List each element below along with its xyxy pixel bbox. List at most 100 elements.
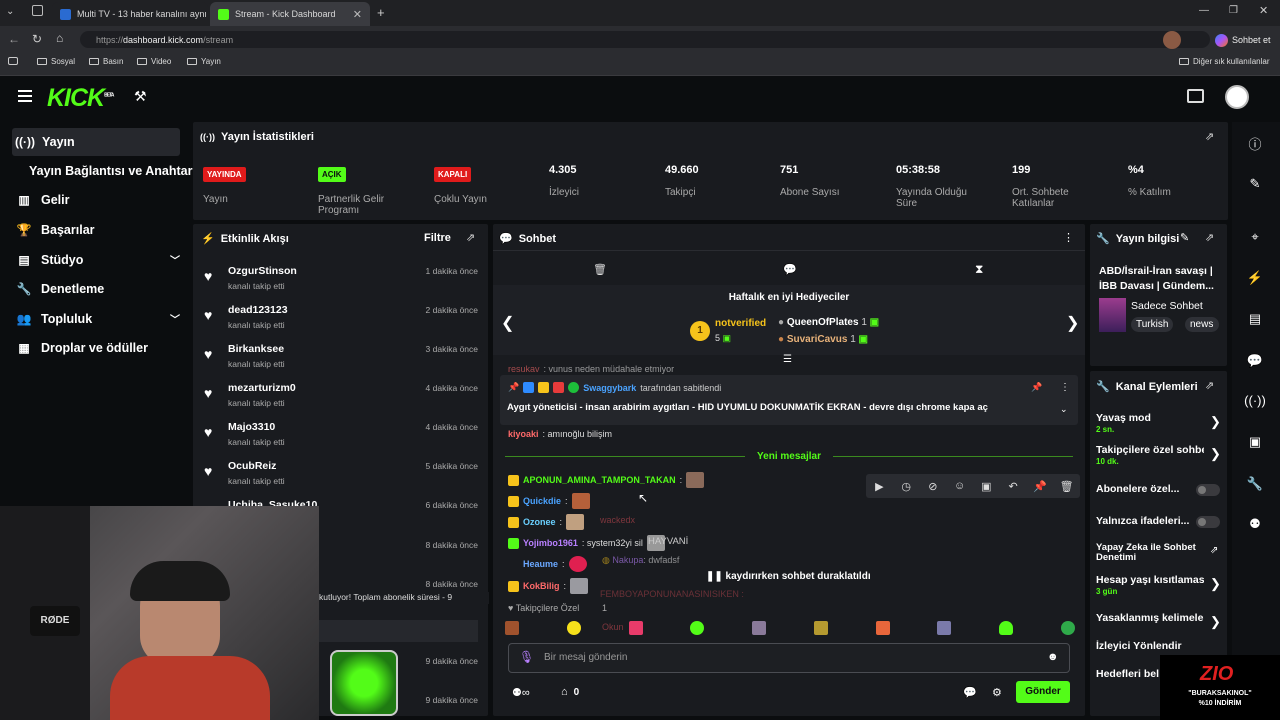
workspaces-icon[interactable] [32,5,43,16]
bookmark-sosyal[interactable]: Sosyal [37,57,75,66]
popout-icon[interactable]: ⇗ [1205,130,1214,143]
emote-icon[interactable] [937,621,952,635]
chat-message: Quickdie: [508,493,590,509]
chat-tab-icon[interactable]: 💬 [783,263,797,276]
community-icon[interactable]: ⚉ [1240,516,1270,532]
emote-icon[interactable] [566,621,581,635]
pinned-menu-icon[interactable]: ⋮ [1060,382,1070,393]
hammer-icon[interactable]: ⚒ [134,88,147,105]
back-icon[interactable]: ← [8,32,20,46]
emote-icon[interactable] [813,621,828,635]
store-button[interactable]: ⌂ 0 [561,686,579,698]
wrench-icon[interactable]: 🔧 [1240,476,1270,492]
channel-action-item[interactable]: Takipçilere özel sohbet 10 dk. ❯ [1096,444,1222,470]
community-points-icon[interactable]: ⚉∞ [512,686,530,699]
copilot-button[interactable]: Sohbet et [1215,31,1271,49]
unpin-icon[interactable]: 📌 [1031,382,1042,393]
send-button[interactable]: Gönder [1016,681,1070,703]
channel-action-item[interactable]: Yalnızca ifadeleri... [1096,515,1222,541]
tab-list-icon[interactable]: ⌄ [6,6,14,17]
other-bookmarks[interactable]: Diğer sık kullanılanlar [1179,57,1269,66]
toggle-switch[interactable] [1196,516,1220,528]
tab-multi-tv[interactable]: Multi TV - 13 haber kanalını aynı a ✕ [52,2,208,26]
nav-denetleme[interactable]: 🔧 Denetleme [17,282,105,296]
play-icon[interactable]: ▶ [868,475,890,497]
timeout-icon[interactable]: ◷ [895,475,917,497]
creator-tools-icon[interactable] [1187,89,1204,103]
next-arrow-icon[interactable]: ❯ [1066,313,1079,333]
nav-gelir[interactable]: ▥ Gelir [17,193,69,207]
profile-avatar[interactable] [1163,31,1181,49]
menu-icon[interactable] [18,90,32,102]
prev-arrow-icon[interactable]: ❮ [501,313,514,333]
emote-icon[interactable] [628,621,643,635]
user-avatar[interactable] [1225,85,1249,109]
channel-action-item[interactable]: Abonelere özel... [1096,483,1222,509]
edit-pencil-icon[interactable]: ✎ [1180,231,1189,244]
moderator-icon[interactable]: ▣ [1240,434,1270,450]
copy-icon[interactable]: ▣ [975,475,997,497]
chat-bubble-icon[interactable]: 💬 [963,686,977,699]
nav-yayin[interactable]: ((·)) Yayın [15,135,75,149]
nav-studyo[interactable]: ▤ Stüdyo ﹀ [17,252,180,268]
chevron-down-icon: ﹀ [170,315,180,326]
nav-basarilar[interactable]: 🏆 Başarılar [17,223,95,237]
emote-icon[interactable] [690,621,705,635]
reading-icon[interactable] [8,57,18,65]
document-icon[interactable]: ▤ [1240,311,1270,327]
channel-action-item[interactable]: Yavaş mod 2 sn. ❯ [1096,412,1222,438]
home-icon[interactable]: ⌂ [56,31,63,45]
close-tab-icon[interactable]: ✕ [353,8,362,21]
emote-icon[interactable] [875,621,890,635]
hourglass-icon[interactable]: ⧗ [975,262,983,277]
reply-icon[interactable]: ☺ [949,475,971,497]
edit-icon[interactable]: ✎ [1240,176,1270,192]
bookmark-basin[interactable]: Basın [89,57,123,66]
new-tab-icon[interactable]: + [377,5,385,20]
popout-icon[interactable]: ⇗ [1205,231,1214,244]
microphone-icon[interactable]: 🎙 [519,650,534,664]
refresh-icon[interactable]: ↻ [32,32,42,46]
emoji-icon[interactable]: ☻ [1047,651,1059,663]
chat-paused-notice[interactable]: ❚❚ kaydırırken sohbet duraklatıldı [706,571,871,582]
tab-kick-dashboard[interactable]: Stream - Kick Dashboard ✕ [210,2,370,26]
nav-topluluk[interactable]: 👥 Topluluk ﹀ [17,311,180,327]
maximize-icon[interactable]: ❐ [1229,5,1238,16]
kick-logo[interactable]: KICKBETA [47,84,114,113]
bookmark-video[interactable]: Video [137,57,171,66]
lightning-icon[interactable]: ⚡ [1240,270,1270,286]
tag-chip[interactable]: news [1185,317,1219,332]
trash-icon[interactable]: 🗑 [593,263,607,276]
emote-icon[interactable] [1060,621,1075,635]
emote-icon[interactable] [505,621,519,635]
tag-chip[interactable]: Turkish [1131,317,1174,332]
window-close-icon[interactable]: ✕ [1259,4,1268,17]
info-icon[interactable]: ⓘ [1240,134,1270,153]
stat-value: 751 [780,164,799,176]
minimize-icon[interactable]: — [1199,5,1209,16]
chat-menu-icon[interactable]: ⋮ [1063,231,1074,244]
settings-gear-icon[interactable]: ⚙ [992,686,1002,699]
chevron-down-icon[interactable]: ⌄ [1060,404,1068,415]
collapse-icon[interactable]: ☰ [783,354,792,365]
pin-icon[interactable]: 📌 [1029,475,1051,497]
broadcast-icon[interactable]: ((·)) [1240,393,1270,408]
filter-button[interactable]: Filtre [424,232,451,244]
toggle-switch[interactable] [1196,484,1220,496]
channel-action-item[interactable]: Hesap yaşı kısıtlaması 3 gün ❯ [1096,574,1222,600]
channel-action-item[interactable]: Yapay Zeka ile Sohbet Denetimi ⇗ [1096,543,1222,569]
focus-icon[interactable]: ⌖ [1240,229,1270,245]
emote-icon[interactable] [752,621,767,635]
ban-icon[interactable]: ⊘ [922,475,944,497]
popout-icon[interactable]: ⇗ [466,231,475,244]
nav-stream-key[interactable]: Yayın Bağlantısı ve Anahtarı [29,164,196,178]
delete-icon[interactable]: 🗑 [1056,475,1078,497]
address-bar[interactable]: https://dashboard.kick.com/stream [80,31,1210,48]
bookmark-yayin[interactable]: Yayın [187,57,221,66]
undo-icon[interactable]: ↶ [1002,475,1024,497]
emote-icon[interactable] [999,621,1014,635]
chat-bubble-icon[interactable]: 💬 [1240,353,1270,369]
channel-action-item[interactable]: Yasaklanmış kelimeler ❯ [1096,612,1222,638]
popout-icon[interactable]: ⇗ [1205,379,1214,392]
nav-droplar[interactable]: ▦ Droplar ve ödüller [17,341,148,355]
